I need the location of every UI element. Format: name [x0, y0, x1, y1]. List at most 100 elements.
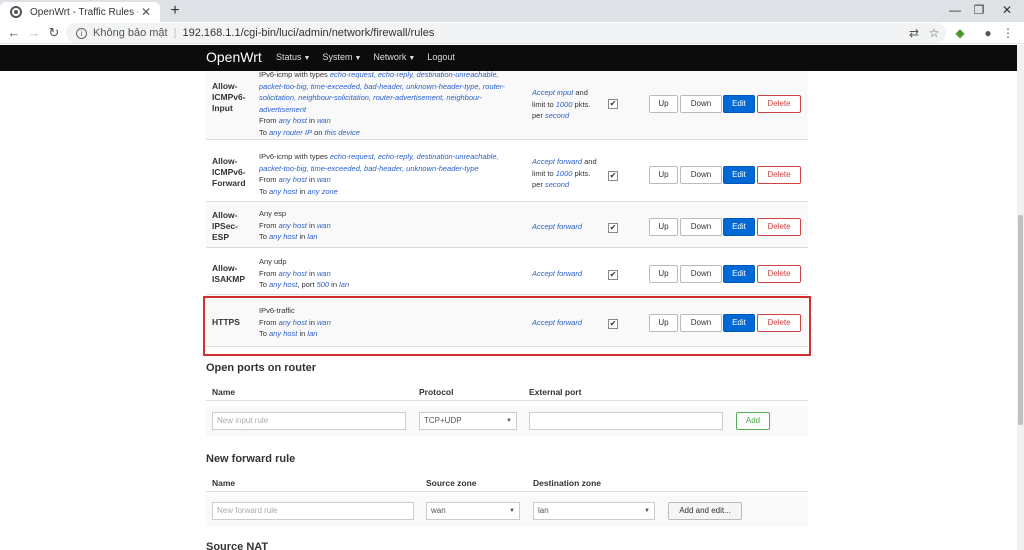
bookmark-star-icon[interactable]: ☆ [924, 23, 944, 43]
enable-checkbox[interactable]: ✔ [608, 171, 618, 181]
rule-name-line: Allow- [212, 263, 238, 273]
up-button[interactable]: Up [649, 166, 678, 184]
edit-button[interactable]: Edit [723, 265, 755, 283]
add-button[interactable]: Add [736, 412, 770, 430]
in-label: in [309, 116, 315, 125]
up-button[interactable]: Up [649, 265, 678, 283]
menu-system[interactable]: System ▼ [322, 52, 361, 62]
rule-protocol: Any udp [259, 257, 287, 266]
protocol-select[interactable]: TCP+UDP ▼ [419, 412, 517, 430]
from-host: any host [278, 175, 307, 184]
from-host: any host [278, 268, 307, 278]
back-icon[interactable]: ← [4, 23, 24, 43]
window-close-button[interactable]: ✕ [984, 0, 1024, 22]
menu-status[interactable]: Status ▼ [276, 52, 310, 62]
enable-checkbox[interactable]: ✔ [608, 270, 618, 280]
menu-logout[interactable]: Logout [427, 52, 455, 62]
enable-checkbox[interactable]: ✔ [608, 223, 618, 233]
up-button[interactable]: Up [649, 95, 678, 113]
in-label: in [299, 232, 306, 241]
destination-zone-select[interactable]: lan ▼ [533, 502, 655, 520]
rule-description: IPv6-icmp with types echo-request, echo-… [259, 71, 511, 138]
extension-icon[interactable]: ◆ [950, 23, 970, 43]
action-target: Accept forward [532, 157, 583, 166]
delete-button[interactable]: Delete [757, 218, 801, 236]
col-external-port: External port [529, 387, 582, 397]
security-label: Không bảo mật [93, 27, 168, 39]
up-button[interactable]: Up [649, 218, 678, 236]
in-label: in [299, 186, 306, 196]
open-ports-form-row: New input rule TCP+UDP ▼ Add [206, 406, 808, 436]
rule-name-line: ESP [212, 232, 230, 242]
chevron-down-icon: ▼ [509, 508, 515, 514]
to-zone: this device [324, 127, 360, 137]
action-target: Accept forward [532, 222, 583, 231]
url-text[interactable]: 192.168.1.1/cgi-bin/luci/admin/network/f… [182, 27, 434, 39]
edit-button[interactable]: Edit [723, 95, 755, 113]
menu-system-label: System [322, 52, 353, 62]
browser-tab[interactable]: OpenWrt - Traffic Rules - LuCI ✕ [0, 2, 160, 22]
port-label: , port [297, 280, 315, 289]
limit-value: 1000 [555, 99, 573, 109]
chevron-down-icon: ▼ [303, 55, 311, 62]
from-label: From [259, 268, 277, 278]
new-input-rule-field[interactable]: New input rule [212, 412, 406, 430]
delete-button[interactable]: Delete [757, 265, 801, 283]
new-forward-rule-field[interactable]: New forward rule [212, 502, 414, 520]
add-and-edit-button[interactable]: Add and edit... [668, 502, 742, 520]
protocol-value: TCP+UDP [424, 416, 462, 425]
external-port-field[interactable] [529, 412, 723, 430]
rule-action: Accept forward and limit to 1000 pkts. p… [532, 156, 602, 191]
down-button[interactable]: Down [680, 95, 722, 113]
to-label: To [259, 232, 267, 241]
to-zone: lan [339, 280, 350, 289]
reload-icon[interactable]: ↻ [44, 23, 64, 43]
to-zone: lan [307, 232, 318, 241]
rule-row: Allow- IPSec- ESP Any esp From any host … [206, 202, 808, 248]
address-bar[interactable]: i Không bảo mật | 192.168.1.1/cgi-bin/lu… [66, 23, 946, 43]
profile-icon[interactable]: ● [978, 23, 998, 43]
edit-button[interactable]: Edit [723, 166, 755, 184]
rule-name-line: ICMPv6- [212, 92, 246, 102]
to-label: To [259, 280, 267, 289]
to-label: To [259, 186, 267, 196]
info-icon[interactable]: i [76, 27, 87, 39]
down-button[interactable]: Down [680, 166, 722, 184]
rule-description: Any udp From any host in wan To any host… [259, 256, 511, 291]
forward-rule-form-row: New forward rule wan ▼ lan ▼ Add and edi… [206, 496, 808, 526]
rule-name-line: Allow- [212, 81, 238, 91]
delete-button[interactable]: Delete [757, 166, 801, 184]
to-host: any router IP [269, 127, 312, 137]
menu-kebab-icon[interactable]: ⋮ [998, 23, 1018, 43]
rule-action: Accept forward [532, 268, 602, 280]
to-zone: any zone [307, 186, 338, 196]
rule-row: Allow- ISAKMP Any udp From any host in w… [206, 248, 808, 295]
page-content: Allow- ICMPv6- Input IPv6-icmp with type… [0, 71, 1017, 550]
open-ports-header: Name Protocol External port [206, 383, 808, 401]
down-button[interactable]: Down [680, 265, 722, 283]
forward-icon[interactable]: → [24, 23, 44, 43]
separator: | [173, 27, 177, 39]
edit-button[interactable]: Edit [723, 218, 755, 236]
menu-network[interactable]: Network ▼ [373, 52, 415, 62]
rule-name-line: ICMPv6- [212, 167, 246, 177]
rule-action: Accept input and limit to 1000 pkts. per… [532, 87, 602, 122]
highlight-box [203, 296, 811, 356]
rule-description: Any esp From any host in wan To any host… [259, 208, 511, 243]
down-button[interactable]: Down [680, 218, 722, 236]
to-label: To [259, 127, 267, 137]
scrollbar-thumb[interactable] [1018, 215, 1023, 425]
action-target: Accept forward [532, 269, 583, 278]
tab-close-icon[interactable]: ✕ [138, 5, 154, 19]
brand-logo[interactable]: OpenWrt [206, 49, 262, 65]
translate-icon[interactable]: ⇄ [904, 23, 924, 43]
page-scrollbar[interactable] [1017, 45, 1024, 550]
delete-button[interactable]: Delete [757, 95, 801, 113]
new-tab-button[interactable]: + [166, 2, 184, 20]
in-label: in [309, 175, 315, 184]
browser-toolbar: ← → ↻ i Không bảo mật | 192.168.1.1/cgi-… [0, 22, 1024, 44]
in-label: in [331, 280, 338, 289]
enable-checkbox[interactable]: ✔ [608, 99, 618, 109]
source-zone-select[interactable]: wan ▼ [426, 502, 520, 520]
rule-row: Allow- ICMPv6- Input IPv6-icmp with type… [206, 71, 808, 140]
